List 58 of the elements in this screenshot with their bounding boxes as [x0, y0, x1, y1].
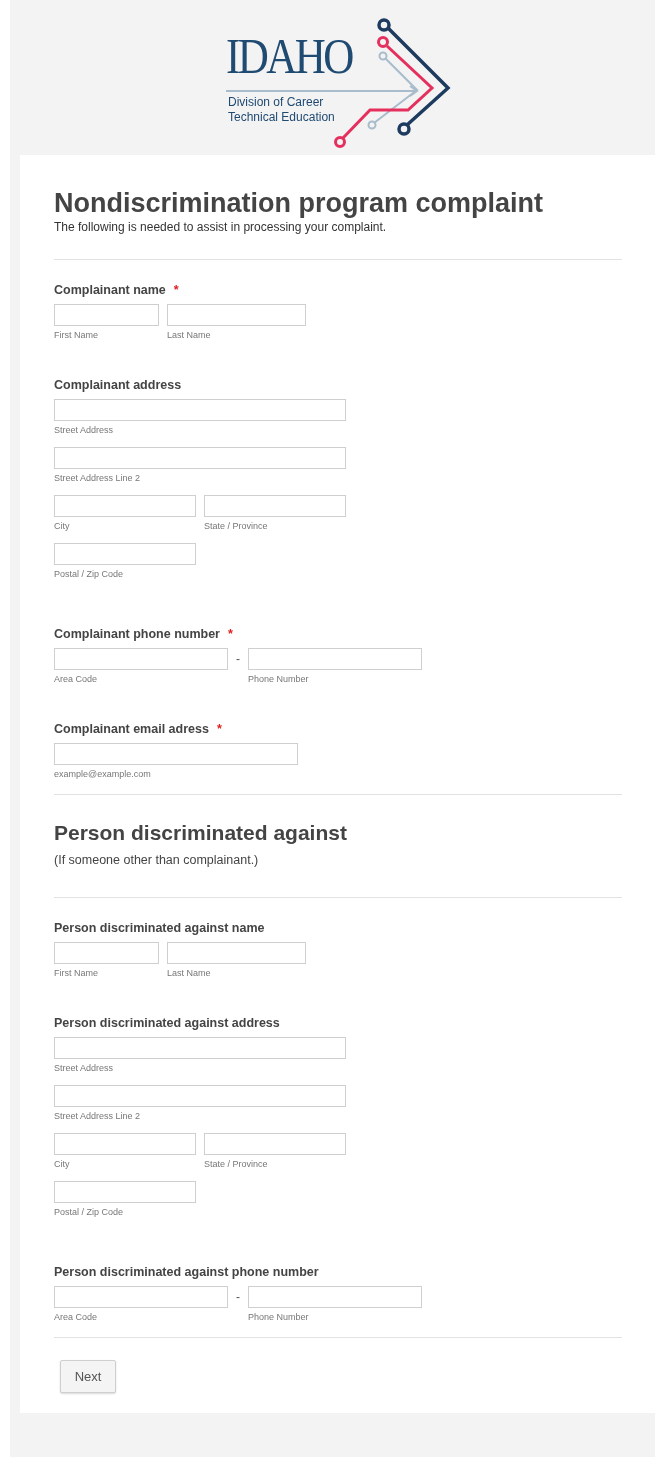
input-field[interactable] — [248, 648, 422, 670]
field-sublabel: Last Name — [167, 329, 212, 341]
field-sublabel: First Name — [54, 967, 99, 979]
input-field[interactable] — [167, 942, 306, 964]
logo-subtitle: Technical Education — [228, 110, 335, 125]
field-sublabel: State / Province — [204, 1158, 269, 1170]
input-field[interactable] — [54, 543, 196, 565]
next-button[interactable]: Next — [60, 1360, 116, 1393]
input-field[interactable] — [204, 1133, 346, 1155]
input-field[interactable] — [54, 1133, 196, 1155]
input-field[interactable] — [54, 648, 228, 670]
section-description: The following is needed to assist in processing your complaint. — [54, 219, 388, 235]
form-title: Nondiscrimination program complaint — [54, 187, 545, 219]
field-sublabel: Street Address — [54, 424, 115, 436]
field-sublabel: Last Name — [167, 967, 212, 979]
field-sublabel: Area Code — [54, 673, 99, 685]
input-field[interactable] — [167, 304, 306, 326]
field-label: Complainant address — [54, 377, 182, 393]
field-sublabel: City — [54, 1158, 71, 1170]
field-label: Person discriminated against phone number — [54, 1264, 319, 1280]
required-mark: * — [228, 626, 233, 642]
input-field[interactable] — [54, 1085, 346, 1107]
field-label: Complainant phone number — [54, 626, 220, 642]
input-field[interactable] — [54, 743, 298, 765]
input-field[interactable] — [204, 495, 346, 517]
input-field[interactable] — [54, 1286, 228, 1308]
field-sublabel: Area Code — [54, 1311, 99, 1323]
field-label: Complainant name — [54, 282, 166, 298]
section-description: (If someone other than complainant.) — [54, 852, 260, 869]
input-field[interactable] — [54, 1037, 346, 1059]
field-sublabel: Phone Number — [248, 1311, 310, 1323]
field-sublabel: Street Address — [54, 1062, 115, 1074]
field-label: Complainant email adress — [54, 721, 209, 737]
field-sublabel: First Name — [54, 329, 99, 341]
field-sublabel: example@example.com — [54, 768, 152, 780]
required-mark: * — [216, 721, 222, 737]
input-field[interactable] — [248, 1286, 422, 1308]
required-mark: * — [173, 282, 179, 298]
input-field[interactable] — [54, 447, 346, 469]
field-sublabel: Phone Number — [248, 673, 310, 685]
separator-dash: - — [235, 1289, 241, 1306]
field-sublabel: Postal / Zip Code — [54, 568, 125, 580]
logo-wordmark: IDAHO — [226, 29, 352, 83]
input-field[interactable] — [54, 304, 159, 326]
section-title: Person discriminated against — [54, 820, 348, 846]
field-sublabel: State / Province — [204, 520, 269, 532]
separator-dash: - — [235, 651, 241, 668]
field-label: Person discriminated against name — [54, 920, 265, 936]
field-sublabel: Street Address Line 2 — [54, 472, 142, 484]
logo-subtitle: Division of Career — [228, 95, 325, 110]
field-label: Person discriminated against address — [54, 1015, 280, 1031]
field-sublabel: City — [54, 520, 71, 532]
field-sublabel: Street Address Line 2 — [54, 1110, 142, 1122]
input-field[interactable] — [54, 1181, 196, 1203]
input-field[interactable] — [54, 495, 196, 517]
field-sublabel: Postal / Zip Code — [54, 1206, 125, 1218]
input-field[interactable] — [54, 399, 346, 421]
input-field[interactable] — [54, 942, 159, 964]
